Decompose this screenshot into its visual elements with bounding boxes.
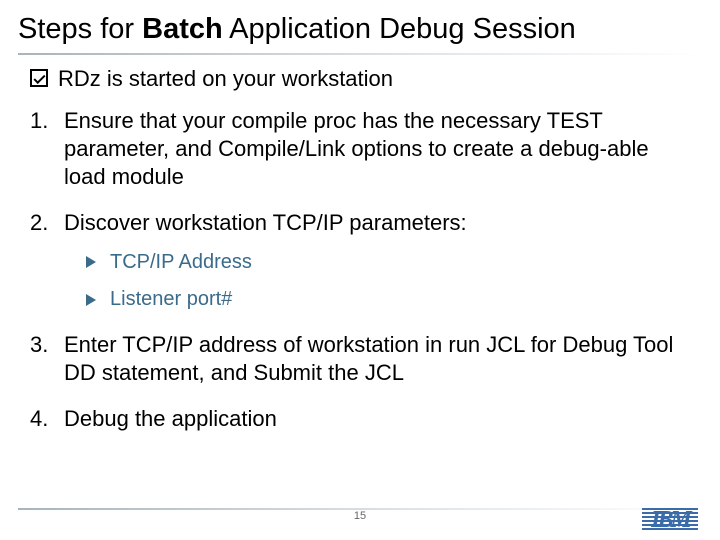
step-text: Ensure that your compile proc has the ne… (64, 108, 649, 189)
step-text: Enter TCP/IP address of workstation in r… (64, 332, 673, 385)
step-item: Ensure that your compile proc has the ne… (30, 107, 690, 191)
step-item: Enter TCP/IP address of workstation in r… (30, 331, 690, 387)
slide-title: Steps for Batch Application Debug Sessio… (0, 0, 720, 53)
sub-item-text: Listener port# (110, 287, 232, 313)
content-area: RDz is started on your workstation Ensur… (0, 55, 720, 433)
sub-item: Listener port# (86, 287, 690, 313)
arrow-right-icon (86, 294, 96, 306)
steps-list: Ensure that your compile proc has the ne… (30, 107, 690, 433)
step-text: Discover workstation TCP/IP parameters: (64, 210, 467, 235)
step-item: Debug the application (30, 405, 690, 433)
ibm-logo-text: IBM (642, 508, 698, 532)
ibm-logo-icon: IBM (642, 508, 698, 532)
prerequisite-text: RDz is started on your workstation (58, 65, 393, 93)
sublist: TCP/IP Address Listener port# (64, 250, 690, 313)
arrow-right-icon (86, 256, 96, 268)
title-bold: Batch (142, 13, 223, 45)
title-pre: Steps for (18, 13, 142, 45)
title-post: Application Debug Session (223, 13, 576, 45)
checkbox-checked-icon (30, 69, 48, 87)
page-number: 15 (0, 510, 720, 522)
step-text: Debug the application (64, 406, 277, 431)
sub-item-text: TCP/IP Address (110, 250, 252, 276)
step-item: Discover workstation TCP/IP parameters: … (30, 209, 690, 312)
prerequisite-row: RDz is started on your workstation (30, 65, 690, 93)
sub-item: TCP/IP Address (86, 250, 690, 276)
slide: Steps for Batch Application Debug Sessio… (0, 0, 720, 540)
